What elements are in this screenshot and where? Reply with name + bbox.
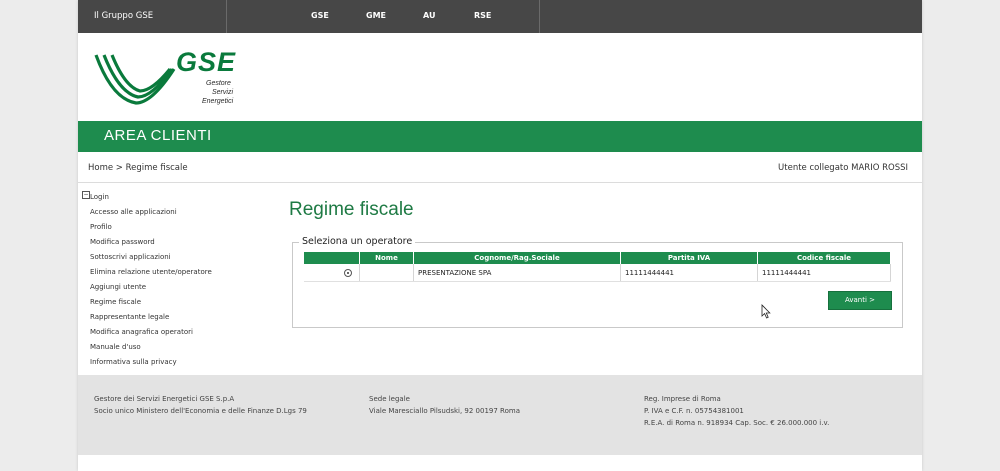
cell-codice-fiscale: 11111444441 (757, 264, 891, 282)
footer-line: R.E.A. di Roma n. 918934 Cap. Soc. € 26.… (644, 419, 830, 427)
sidebar-item-aggiungi-utente[interactable]: Aggiungi utente (90, 283, 146, 291)
cell-nome (359, 264, 414, 282)
group-link[interactable]: Il Gruppo GSE (94, 11, 153, 21)
footer-line: Reg. Imprese di Roma (644, 395, 721, 403)
nav-link-rse[interactable]: RSE (474, 11, 491, 20)
page-title: Regime fiscale (289, 199, 414, 220)
operator-radio-button[interactable] (343, 268, 352, 277)
column-header-partita-iva[interactable]: Partita IVA (620, 252, 758, 264)
logo-subtitle-line: Servizi (212, 89, 234, 96)
mouse-pointer-icon (761, 304, 771, 319)
footer: Gestore dei Servizi Energetici GSE S.p.A… (78, 375, 922, 455)
footer-legal-seat: Sede legale Viale Maresciallo Pilsudski,… (369, 393, 520, 417)
sidebar-item-login[interactable]: Login (90, 193, 109, 201)
sidebar-item-elimina-relazione[interactable]: Elimina relazione utente/operatore (90, 268, 212, 276)
row-select-cell (304, 264, 360, 282)
table-header-row: Nome Cognome/Rag.Sociale Partita IVA Cod… (304, 252, 891, 264)
operator-selection-fieldset: Seleziona un operatore Nome Cognome/Rag.… (292, 236, 903, 328)
nav-link-au[interactable]: AU (423, 11, 435, 20)
sidebar-item-regime-fiscale[interactable]: Regime fiscale (90, 298, 141, 306)
next-button[interactable]: Avanti > (828, 291, 892, 310)
fieldset-legend: Seleziona un operatore (299, 236, 416, 247)
area-clienti-banner: AREA CLIENTI (78, 121, 922, 152)
footer-line: P. IVA e C.F. n. 05754381001 (644, 407, 744, 415)
sidebar-item-manuale[interactable]: Manuale d'uso (90, 343, 141, 351)
footer-line: Socio unico Ministero dell'Economia e de… (94, 407, 307, 415)
sidebar-item-modifica-password[interactable]: Modifica password (90, 238, 155, 246)
column-header-nome[interactable]: Nome (359, 252, 414, 264)
sidebar-item-modifica-anagrafica[interactable]: Modifica anagrafica operatori (90, 328, 193, 336)
cell-ragione-sociale: PRESENTAZIONE SPA (413, 264, 621, 282)
nav-divider (226, 0, 227, 33)
column-header-codice-fiscale[interactable]: Codice fiscale (757, 252, 891, 264)
footer-line: Gestore dei Servizi Energetici GSE S.p.A (94, 395, 235, 403)
footer-company-info: Gestore dei Servizi Energetici GSE S.p.A… (94, 393, 307, 417)
footer-line: Sede legale (369, 395, 410, 403)
sidebar-item-profilo[interactable]: Profilo (90, 223, 112, 231)
page-frame: Il Gruppo GSE GSE GME AU RSE GSE Gestore… (78, 0, 922, 471)
nav-link-gse[interactable]: GSE (311, 11, 329, 20)
column-header-ragione-sociale[interactable]: Cognome/Rag.Sociale (413, 252, 621, 264)
banner-title: AREA CLIENTI (104, 127, 212, 144)
breadcrumb-bar: Home > Regime fiscale Utente collegato M… (78, 152, 922, 183)
cell-partita-iva: 11111444441 (620, 264, 758, 282)
collapse-toggle-icon[interactable]: − (82, 191, 90, 199)
nav-divider (539, 0, 540, 33)
footer-registration: Reg. Imprese di Roma P. IVA e C.F. n. 05… (644, 393, 829, 429)
breadcrumb[interactable]: Home > Regime fiscale (88, 163, 188, 173)
footer-line: Viale Maresciallo Pilsudski, 92 00197 Ro… (369, 407, 520, 415)
logged-user-label: Utente collegato MARIO ROSSI (778, 163, 908, 173)
table-row[interactable]: PRESENTAZIONE SPA 11111444441 1111144444… (304, 264, 891, 282)
top-navigation-bar: Il Gruppo GSE GSE GME AU RSE (78, 0, 922, 33)
logo-text: GSE (176, 47, 237, 77)
nav-link-gme[interactable]: GME (366, 11, 386, 20)
logo-subtitle-line: Gestore (206, 80, 231, 87)
sidebar-item-privacy[interactable]: Informativa sulla privacy (90, 358, 177, 366)
operator-table: Nome Cognome/Rag.Sociale Partita IVA Cod… (304, 252, 891, 282)
sidebar-item-rappresentante[interactable]: Rappresentante legale (90, 313, 169, 321)
sidebar-item-accesso[interactable]: Accesso alle applicazioni (90, 208, 177, 216)
column-header-select (304, 252, 360, 264)
gse-logo[interactable]: GSE Gestore Servizi Energetici (94, 47, 254, 111)
sidebar-item-sottoscrivi[interactable]: Sottoscrivi applicazioni (90, 253, 171, 261)
logo-subtitle-line: Energetici (202, 98, 234, 105)
